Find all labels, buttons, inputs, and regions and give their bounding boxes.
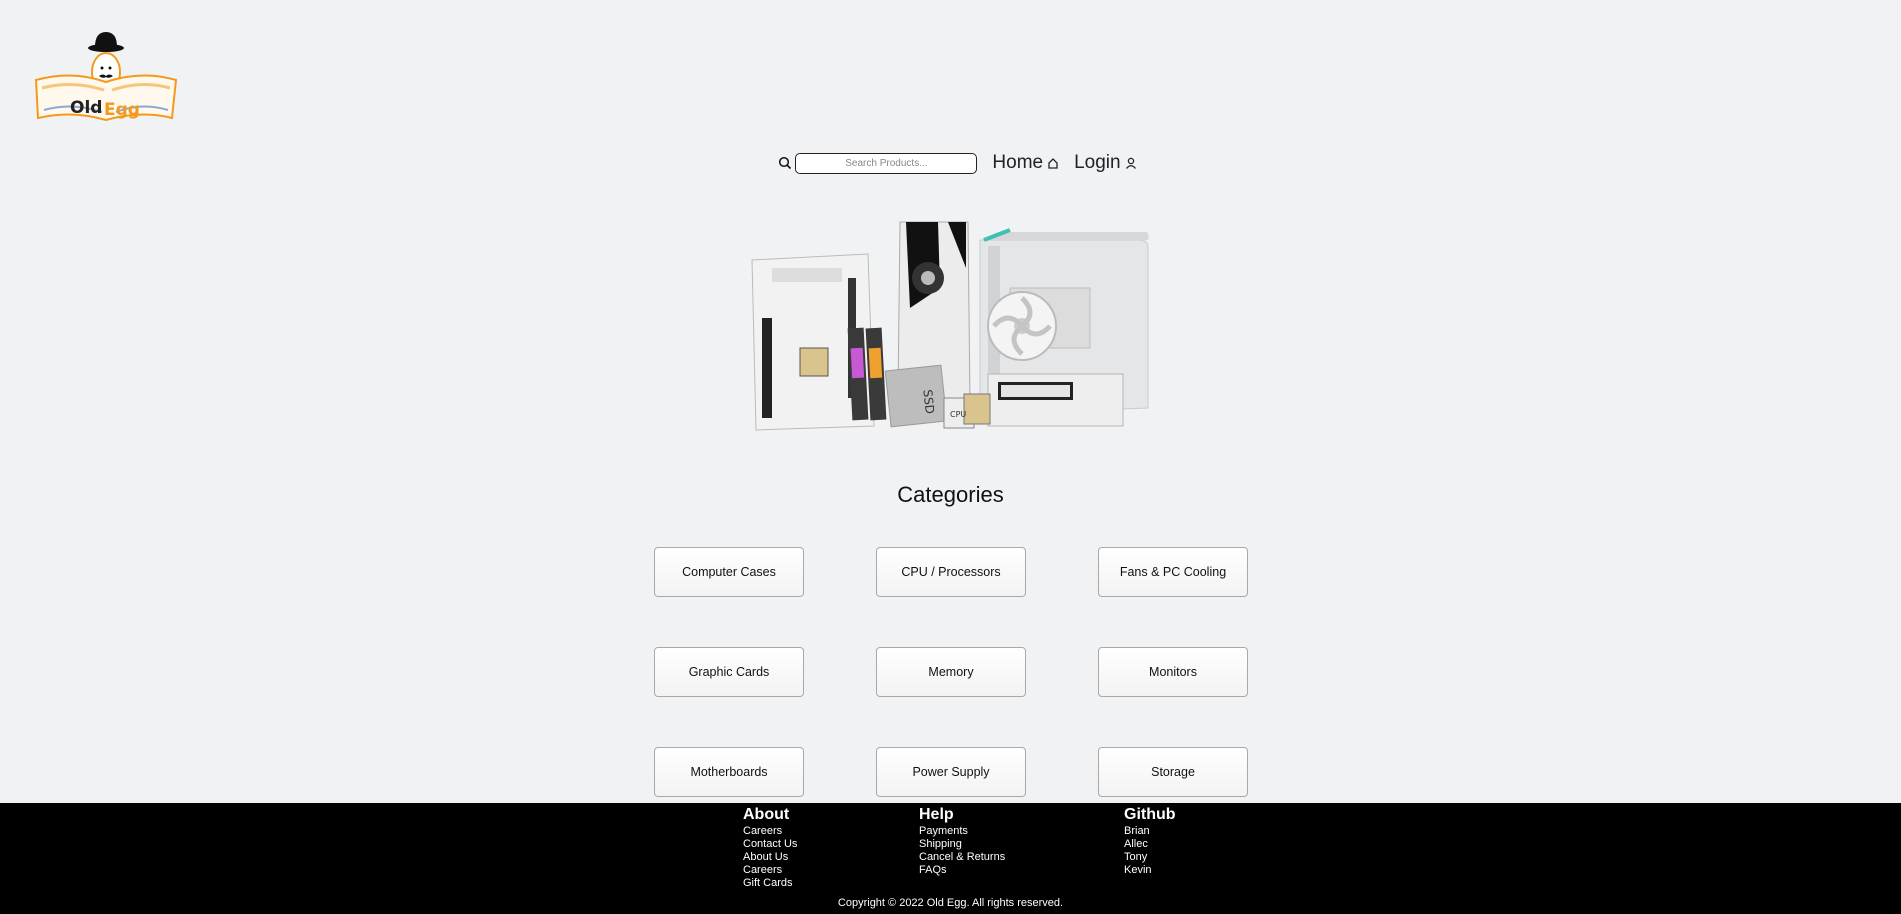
category-graphic-cards-button[interactable]: Graphic Cards	[654, 647, 804, 697]
svg-text:Egg: Egg	[104, 100, 140, 120]
footer-link-careers-2[interactable]: Careers	[743, 864, 797, 877]
footer-link-faqs[interactable]: FAQs	[919, 864, 1005, 877]
category-power-supply-button[interactable]: Power Supply	[876, 747, 1026, 797]
footer-link-shipping[interactable]: Shipping	[919, 838, 1005, 851]
login-label: Login	[1074, 152, 1121, 173]
footer-link-about-us[interactable]: About Us	[743, 851, 797, 864]
user-icon	[1125, 157, 1136, 169]
home-link[interactable]: Home	[992, 152, 1059, 174]
category-computer-cases-button[interactable]: Computer Cases	[654, 547, 804, 597]
footer-help-title: Help	[919, 806, 954, 823]
home-label: Home	[992, 152, 1044, 173]
search-input[interactable]	[795, 152, 978, 174]
footer-link-payments[interactable]: Payments	[919, 825, 1005, 838]
old-egg-logo[interactable]: Old Egg	[32, 28, 178, 128]
footer-about-title: About	[743, 806, 790, 823]
svg-text:CPU: CPU	[950, 410, 966, 419]
categories-title: Categories	[897, 482, 1004, 507]
footer-github-title: Github	[1124, 806, 1176, 823]
footer-link-contact-us[interactable]: Contact Us	[743, 838, 797, 851]
copyright-text: Copyright © 2022 Old Egg. All rights res…	[837, 897, 1064, 909]
category-motherboards-button[interactable]: Motherboards	[654, 747, 804, 797]
footer-link-allec[interactable]: Allec	[1124, 838, 1176, 851]
login-link[interactable]: Login	[1074, 152, 1137, 174]
home-icon	[1048, 158, 1058, 169]
footer-github-column: Github Brian Allec Tony Kevin	[1124, 805, 1176, 877]
category-monitors-button[interactable]: Monitors	[1098, 647, 1248, 697]
logo-image: Old Egg	[34, 32, 178, 122]
svg-text:SSD: SSD	[920, 389, 936, 415]
category-memory-button[interactable]: Memory	[876, 647, 1026, 697]
footer-link-gift-cards[interactable]: Gift Cards	[743, 877, 797, 890]
category-cpu-processors-button[interactable]: CPU / Processors	[876, 547, 1026, 597]
footer-link-kevin[interactable]: Kevin	[1124, 864, 1176, 877]
footer-link-cancel-returns[interactable]: Cancel & Returns	[919, 851, 1005, 864]
search-icon[interactable]	[778, 156, 792, 170]
hero-components-image: SSD CPU	[748, 218, 1150, 432]
top-nav: Home Login	[0, 152, 1901, 174]
category-fans-cooling-button[interactable]: Fans & PC Cooling	[1098, 547, 1248, 597]
footer-link-careers[interactable]: Careers	[743, 825, 797, 838]
footer-link-brian[interactable]: Brian	[1124, 825, 1176, 838]
svg-text:Old: Old	[70, 98, 102, 118]
footer-link-tony[interactable]: Tony	[1124, 851, 1176, 864]
footer-about-column: About Careers Contact Us About Us Career…	[743, 805, 797, 890]
category-storage-button[interactable]: Storage	[1098, 747, 1248, 797]
footer-help-column: Help Payments Shipping Cancel & Returns …	[919, 805, 1005, 877]
site-footer: About Careers Contact Us About Us Career…	[0, 803, 1901, 914]
